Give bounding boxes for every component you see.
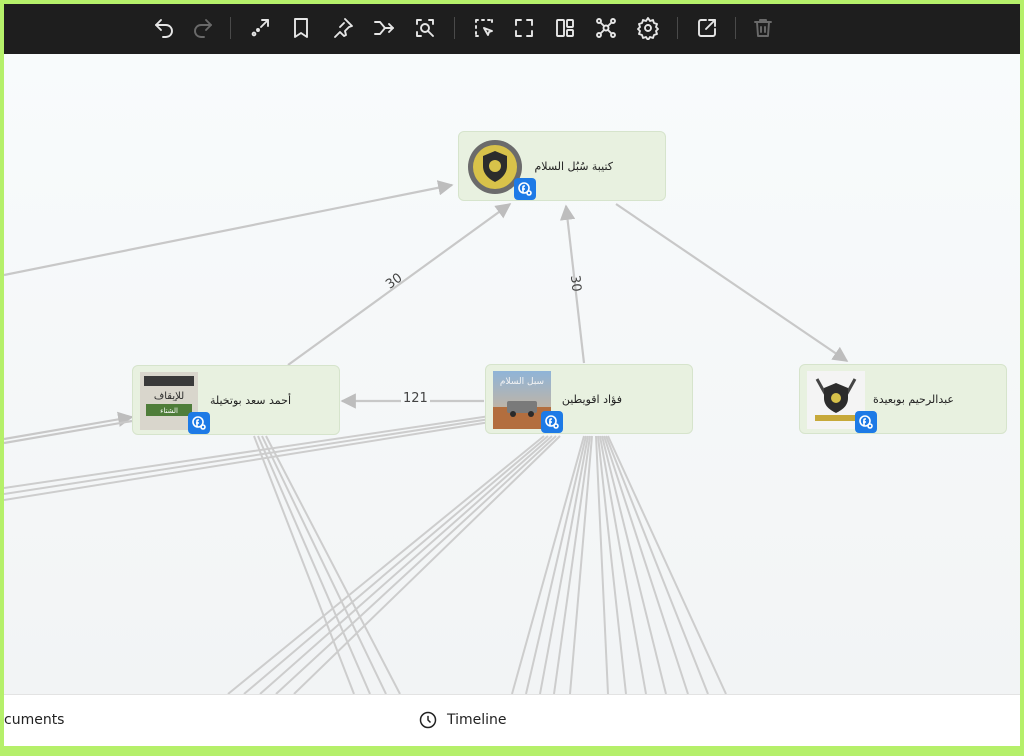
network-icon bbox=[596, 18, 616, 38]
node-type-badge[interactable] bbox=[855, 411, 877, 433]
node-avatar-caption: للإيقاف bbox=[154, 391, 184, 402]
toolbar-separator bbox=[677, 17, 678, 39]
node-type-badge[interactable] bbox=[541, 411, 563, 433]
node-type-badge[interactable] bbox=[188, 412, 210, 434]
network-button[interactable] bbox=[589, 11, 623, 45]
export-button[interactable] bbox=[690, 11, 724, 45]
facebook-group-icon bbox=[545, 415, 559, 429]
tab-documents[interactable]: cuments bbox=[4, 695, 64, 745]
redo-icon bbox=[194, 19, 212, 38]
undo-button[interactable] bbox=[147, 11, 181, 45]
facebook-group-icon bbox=[859, 415, 873, 429]
graph-node-right[interactable]: عبدالرحيم بوبعيدة bbox=[799, 364, 1007, 434]
fit-screen-button[interactable] bbox=[507, 11, 541, 45]
expand-arrows-icon bbox=[251, 19, 269, 37]
edge-label-middle-to-center: 30 bbox=[566, 274, 584, 293]
edge-label-middle-to-left: 121 bbox=[401, 391, 430, 406]
edge-offscreen-to-center[interactable] bbox=[4, 180, 454, 277]
toolbar-separator bbox=[230, 17, 231, 39]
node-label: فؤاد اقويطين bbox=[561, 392, 622, 406]
select-area-button[interactable] bbox=[467, 11, 501, 45]
settings-button[interactable] bbox=[631, 11, 665, 45]
node-label: عبدالرحيم بوبعيدة bbox=[872, 392, 954, 406]
graph-canvas[interactable]: 30 30 121 كتيبة سُبُل السلام للإيقاف الش… bbox=[4, 54, 1020, 694]
pin-icon bbox=[334, 18, 353, 38]
graph-node-middle[interactable]: سبل السلام فؤاد اقويطين bbox=[485, 364, 693, 434]
node-type-badge[interactable] bbox=[514, 178, 536, 200]
bookmark-button[interactable] bbox=[284, 11, 318, 45]
undo-icon bbox=[155, 19, 173, 38]
focus-search-button[interactable] bbox=[408, 11, 442, 45]
edge-bundle bbox=[4, 415, 727, 694]
facebook-group-icon bbox=[192, 416, 206, 430]
edge-center-to-right[interactable] bbox=[615, 203, 849, 362]
graph-node-left[interactable]: للإيقاف الشتاء أحمد سعد بوتخيلة bbox=[132, 365, 340, 435]
bookmark-icon bbox=[294, 18, 308, 38]
layout-button[interactable] bbox=[548, 11, 582, 45]
merge-icon bbox=[374, 21, 394, 35]
delete-icon bbox=[754, 19, 772, 37]
edge-offscreen-to-left[interactable] bbox=[4, 411, 134, 441]
node-avatar-caption: سبل السلام bbox=[500, 377, 544, 387]
node-avatar-caption: الشتاء bbox=[160, 407, 178, 415]
node-label: كتيبة سُبُل السلام bbox=[534, 159, 613, 173]
pin-button[interactable] bbox=[326, 11, 360, 45]
expand-button[interactable] bbox=[243, 11, 277, 45]
bottom-panel-tabs: cuments Timeline bbox=[4, 694, 1020, 745]
graph-toolbar bbox=[4, 4, 1020, 54]
tab-timeline[interactable]: Timeline bbox=[418, 695, 507, 745]
layout-icon bbox=[556, 19, 574, 37]
app-window: 30 30 121 كتيبة سُبُل السلام للإيقاف الش… bbox=[4, 4, 1020, 746]
toolbar-separator bbox=[454, 17, 455, 39]
toolbar-separator bbox=[735, 17, 736, 39]
clock-icon bbox=[419, 711, 437, 729]
settings-icon bbox=[637, 17, 659, 40]
select-area-icon bbox=[475, 19, 493, 37]
tab-documents-label: cuments bbox=[4, 712, 65, 728]
focus-search-icon bbox=[416, 19, 434, 37]
export-icon bbox=[698, 19, 716, 37]
merge-button[interactable] bbox=[367, 11, 401, 45]
delete-button[interactable] bbox=[746, 11, 780, 45]
facebook-group-icon bbox=[518, 182, 532, 196]
redo-button[interactable] bbox=[186, 11, 220, 45]
fit-screen-icon bbox=[515, 19, 533, 37]
graph-node-center[interactable]: كتيبة سُبُل السلام bbox=[458, 131, 666, 201]
node-label: أحمد سعد بوتخيلة bbox=[209, 393, 291, 407]
tab-timeline-label: Timeline bbox=[447, 712, 507, 728]
